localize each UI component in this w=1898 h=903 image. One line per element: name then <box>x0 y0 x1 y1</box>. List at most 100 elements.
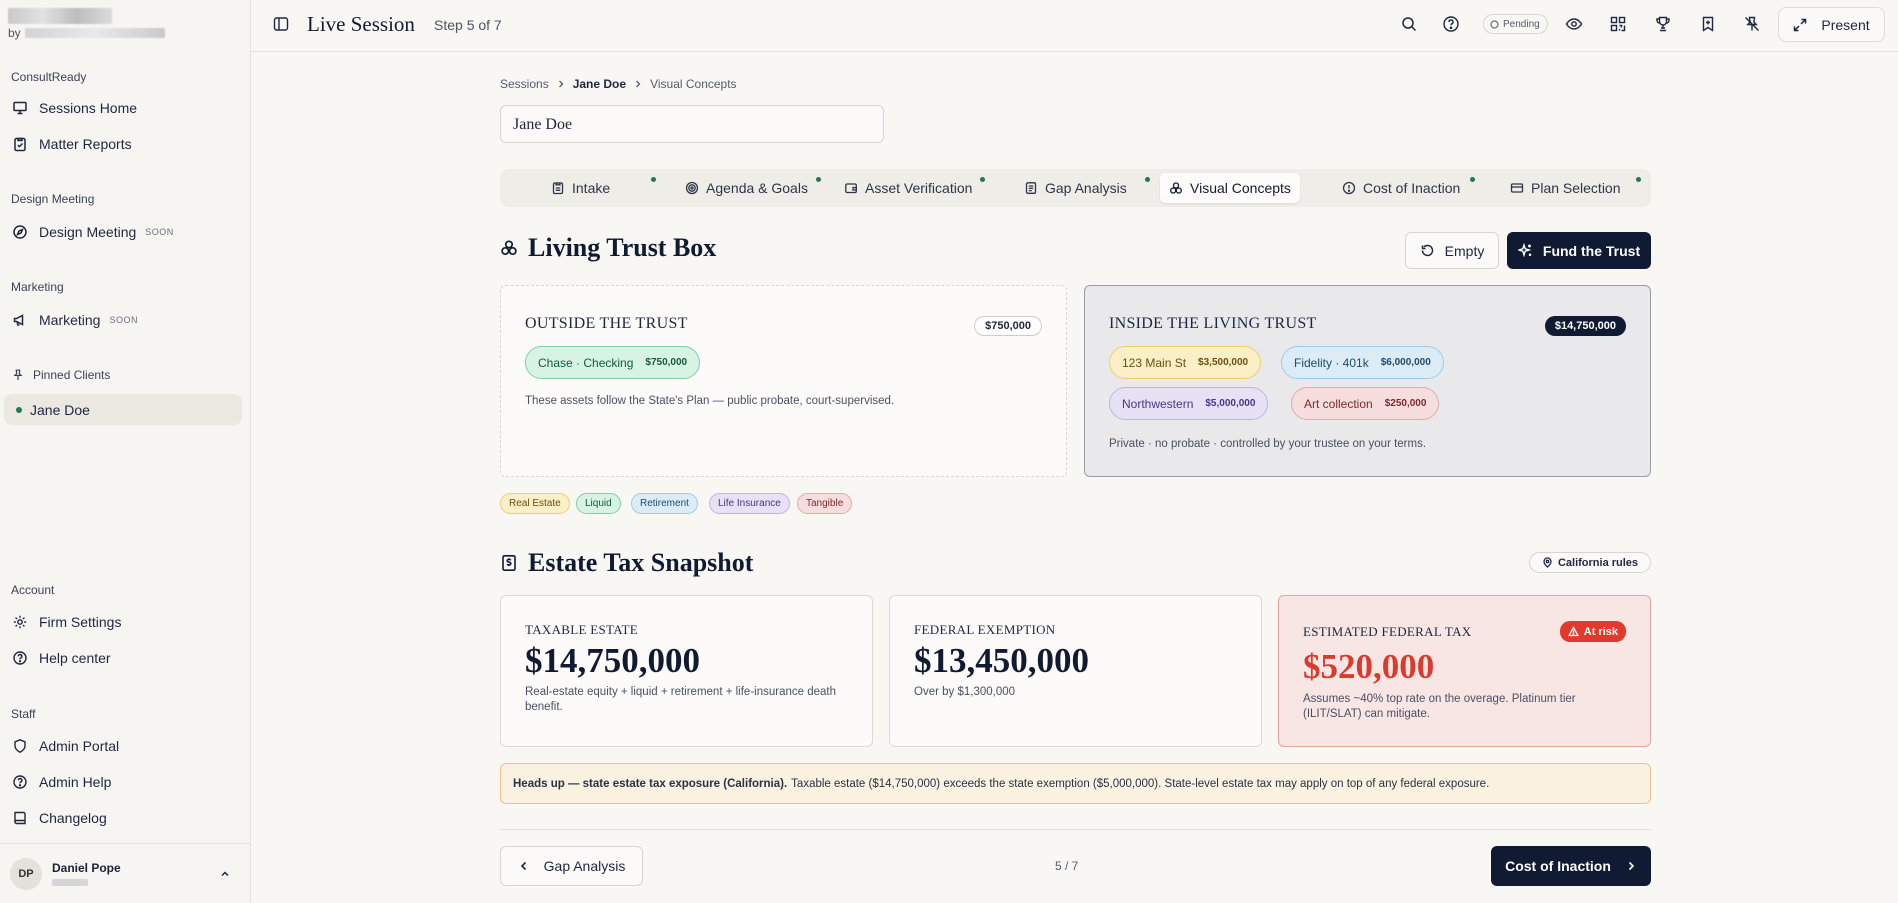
sidebar-item-matter-reports[interactable]: Matter Reports <box>4 130 242 158</box>
bookmark-plus-icon[interactable] <box>1699 15 1717 33</box>
sidebar-item-label: Design Meeting <box>39 224 137 240</box>
card-note: Over by $1,300,000 <box>914 686 1016 698</box>
section-pinned-clients: Pinned Clients <box>11 368 110 382</box>
asset-chip[interactable]: Northwestern $5,000,000 <box>1109 387 1269 420</box>
chevron-right-icon <box>1628 861 1635 871</box>
step-tabs: Intake Agenda & Goals Asset Verification… <box>500 169 1651 207</box>
megaphone-icon <box>13 314 24 326</box>
legend-real-estate: Real Estate <box>500 493 570 514</box>
receipt-dollar-icon <box>502 554 516 571</box>
tab-gap-analysis[interactable]: Gap Analysis <box>1015 173 1136 203</box>
tab-complete-dot <box>1470 177 1475 182</box>
sidebar-item-changelog[interactable]: Changelog <box>4 804 242 832</box>
fund-the-trust-button[interactable]: Fund the Trust <box>1507 232 1651 269</box>
asset-chip[interactable]: Art collection $250,000 <box>1291 387 1440 420</box>
section-staff: Staff <box>11 707 36 721</box>
soon-badge: SOON <box>145 227 174 237</box>
chevron-left-icon <box>520 861 526 871</box>
sidebar-item-admin-portal[interactable]: Admin Portal <box>4 732 242 760</box>
section-consultready: ConsultReady <box>11 70 87 84</box>
sidebar-item-firm-settings[interactable]: Firm Settings <box>4 608 242 636</box>
tab-intake[interactable]: Intake <box>542 173 619 203</box>
rotate-ccw-icon <box>1421 244 1433 257</box>
user-menu[interactable]: DP Daniel Pope <box>0 843 251 903</box>
tab-complete-dot <box>980 177 985 182</box>
breadcrumb-sessions[interactable]: Sessions <box>500 77 549 91</box>
client-name-field[interactable]: Jane Doe <box>500 105 884 143</box>
taxable-estate-card: TAXABLE ESTATE $14,750,000 Real-estate e… <box>500 595 873 747</box>
sidebar-item-help-center[interactable]: Help center <box>4 644 242 672</box>
breadcrumb-client[interactable]: Jane Doe <box>573 77 626 91</box>
shapes-icon <box>1170 182 1182 194</box>
shapes-icon <box>501 240 517 256</box>
present-button[interactable]: Present <box>1778 7 1885 42</box>
pin-off-icon[interactable] <box>1743 15 1761 33</box>
page-title: Live Session <box>307 12 415 36</box>
status-badge: Pending <box>1483 14 1548 34</box>
box-title: INSIDE THE LIVING TRUST <box>1109 315 1317 332</box>
compass-icon <box>13 225 27 239</box>
map-pin-icon <box>1543 557 1552 568</box>
chevron-right-icon <box>636 80 641 88</box>
clipboard-icon <box>552 182 564 195</box>
firm-name-redacted <box>8 8 112 24</box>
help-circle-icon <box>13 651 27 665</box>
sidebar: by ConsultReady Sessions Home Matter Rep… <box>0 0 251 903</box>
inside-trust-box[interactable]: INSIDE THE LIVING TRUST $14,750,000 123 … <box>1084 285 1651 477</box>
outside-trust-box[interactable]: OUTSIDE THE TRUST $750,000 Chase · Check… <box>500 285 1067 477</box>
expand-icon <box>1794 18 1807 31</box>
search-icon[interactable] <box>1400 15 1418 33</box>
inside-note: Private · no probate · controlled by you… <box>1109 438 1427 450</box>
tab-cost-of-inaction[interactable]: Cost of Inaction <box>1333 173 1469 203</box>
card-label: FEDERAL EXEMPTION <box>914 622 1056 637</box>
legend-liquid: Liquid <box>576 493 621 514</box>
section-marketing: Marketing <box>11 280 64 294</box>
legend-tangible: Tangible <box>797 493 853 514</box>
sidebar-item-label: Sessions Home <box>39 100 138 116</box>
user-email-redacted <box>52 879 88 886</box>
empty-button[interactable]: Empty <box>1405 232 1499 269</box>
book-icon <box>14 811 26 825</box>
tab-asset-verification[interactable]: Asset Verification <box>835 173 981 203</box>
sidebar-item-label: Admin Portal <box>39 738 120 754</box>
sidebar-item-jane-doe[interactable]: Jane Doe <box>4 394 242 425</box>
sidebar-item-admin-help[interactable]: Admin Help <box>4 768 242 796</box>
target-icon <box>685 181 699 195</box>
alert-circle-icon <box>1342 181 1356 195</box>
sidebar-item-design-meeting[interactable]: Design Meeting SOON <box>4 218 242 246</box>
tab-plan-selection[interactable]: Plan Selection <box>1501 173 1630 203</box>
qr-code-icon[interactable] <box>1609 15 1627 33</box>
sidebar-toggle-icon[interactable] <box>272 15 290 33</box>
living-trust-heading: Living Trust Box <box>500 233 716 263</box>
tab-agenda-goals[interactable]: Agenda & Goals <box>676 173 817 203</box>
sidebar-item-label: Firm Settings <box>39 614 122 630</box>
trophy-icon[interactable] <box>1654 15 1672 33</box>
card-label: ESTIMATED FEDERAL TAX <box>1303 624 1472 639</box>
tab-visual-concepts[interactable]: Visual Concepts <box>1160 173 1300 203</box>
asset-chip[interactable]: Fidelity · 401k $6,000,000 <box>1281 346 1444 379</box>
next-step-button[interactable]: Cost of Inaction <box>1491 846 1651 886</box>
eye-icon[interactable] <box>1565 15 1583 33</box>
sidebar-item-label: Jane Doe <box>30 401 90 418</box>
at-risk-badge: At risk <box>1559 621 1626 642</box>
estimated-federal-tax-card: ESTIMATED FEDERAL TAX At risk $520,000 A… <box>1278 595 1651 747</box>
warning-text: Taxable estate ($14,750,000) exceeds the… <box>791 777 1490 790</box>
presentation-icon <box>13 101 27 115</box>
gear-icon <box>13 615 27 629</box>
asset-chip[interactable]: 123 Main St $3,500,000 <box>1109 346 1262 379</box>
help-circle-icon[interactable] <box>1442 15 1460 33</box>
previous-step-button[interactable]: Gap Analysis <box>500 846 643 886</box>
breadcrumb: Sessions Jane Doe Visual Concepts <box>500 77 737 91</box>
card-note: Assumes ~40% top rate on the overage. Pl… <box>1303 693 1576 720</box>
asset-chip[interactable]: Chase · Checking $750,000 <box>525 346 701 379</box>
brand-logo[interactable]: by <box>8 8 165 40</box>
legend-life-insurance: Life Insurance <box>709 493 790 514</box>
help-circle-icon <box>13 775 27 789</box>
state-rules-badge[interactable]: California rules <box>1529 552 1651 573</box>
sidebar-item-label: Marketing <box>39 312 101 328</box>
soon-badge: SOON <box>109 315 138 325</box>
section-design-meeting: Design Meeting <box>11 192 95 206</box>
avatar: DP <box>10 857 42 890</box>
sidebar-item-marketing[interactable]: Marketing SOON <box>4 306 242 334</box>
sidebar-item-sessions-home[interactable]: Sessions Home <box>4 94 242 122</box>
